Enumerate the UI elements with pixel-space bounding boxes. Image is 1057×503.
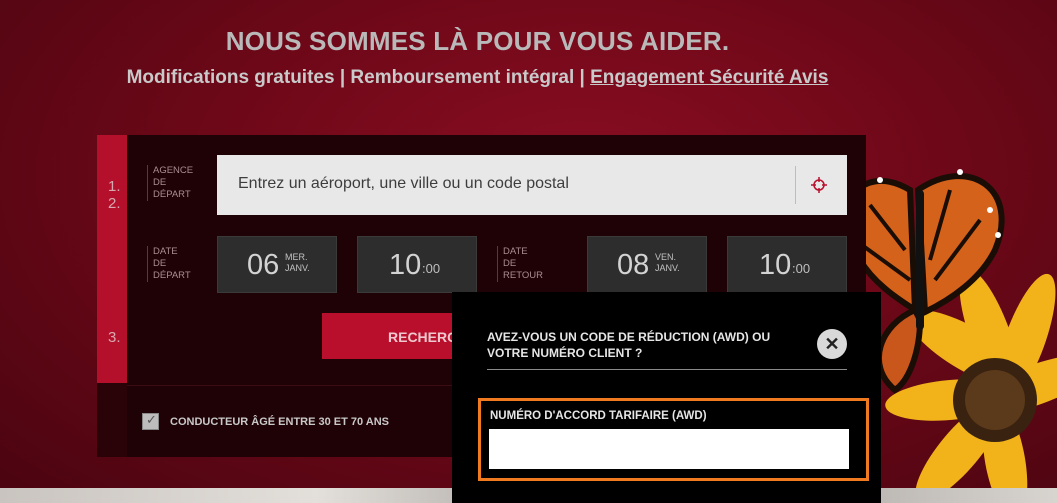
return-label-line: DATE [503,246,528,257]
departure-day: 06 [247,249,280,281]
safety-commitment-link[interactable]: Engagement Sécurité Avis [590,67,828,88]
awd-field-group: NUMÉRO D'ACCORD TARIFAIRE (AWD) [478,398,869,481]
driver-age-checkbox[interactable]: ✓ [142,412,159,430]
driver-age-label: CONDUCTEUR ÂGÉ ENTRE 30 ET 70 ANS [170,416,390,428]
departure-label-line: DATE [153,246,178,257]
hero-subtitle: Modifications gratuites | Remboursement … [0,67,955,89]
return-time-picker[interactable]: 10 :00 [727,236,847,293]
popup-title: AVEZ-VOUS UN CODE DE RÉDUCTION (AWD) OU … [487,330,771,360]
pickup-location-label: AGENCE DE DÉPART [147,165,193,201]
return-month: JANV. [655,263,680,273]
departure-date-label: DATE DE DÉPART [147,246,191,282]
departure-time-picker[interactable]: 10 :00 [357,236,477,293]
return-hour: 10 [759,249,792,281]
pickup-label-line: AGENCE [153,165,194,176]
pickup-location-placeholder: Entrez un aéroport, une ville ou un code… [238,175,569,192]
input-divider [795,166,796,204]
departure-label-line: DE [153,258,167,269]
close-icon[interactable]: ✕ [817,329,847,359]
crosshair-icon[interactable] [811,177,827,193]
return-weekday: VEN. [655,252,677,262]
pickup-location-input[interactable]: Entrez un aéroport, une ville ou un code… [217,155,847,215]
step-3-number: 3. [108,329,121,346]
hero-title: NOUS SOMMES LÀ POUR VOUS AIDER. [225,26,730,56]
departure-minutes: :00 [422,261,441,276]
hero-subtitle-text: Modifications gratuites | Remboursement … [126,67,591,88]
return-label-line: DE [503,258,517,269]
step-2-number: 2. [108,195,121,212]
departure-weekday: MER. [285,252,308,262]
return-minutes: :00 [792,261,811,276]
return-date-picker[interactable]: 08 VEN. JANV. [587,236,707,293]
return-weekday-month: VEN. JANV. [655,252,680,274]
pickup-label-line: DÉPART [153,189,191,200]
return-label-line: RETOUR [503,270,543,281]
form-divider [127,385,457,386]
awd-label: NUMÉRO D'ACCORD TARIFAIRE (AWD) [490,410,707,422]
departure-month: JANV. [285,263,310,273]
pickup-label-line: DE [153,177,167,188]
departure-weekday-month: MER. JANV. [285,252,310,274]
awd-input[interactable] [489,429,849,469]
departure-hour: 10 [389,249,422,281]
departure-date-picker[interactable]: 06 MER. JANV. [217,236,337,293]
departure-label-line: DÉPART [153,270,191,281]
return-day: 08 [617,249,650,281]
return-date-label: DATE DE RETOUR [497,246,543,282]
check-mark-icon: ✓ [146,412,157,427]
search-button[interactable]: RECHERC [322,313,462,359]
popup-divider [487,369,847,370]
step-1-number: 1. [108,178,121,195]
discount-code-popup: AVEZ-VOUS UN CODE DE RÉDUCTION (AWD) OU … [452,292,881,503]
